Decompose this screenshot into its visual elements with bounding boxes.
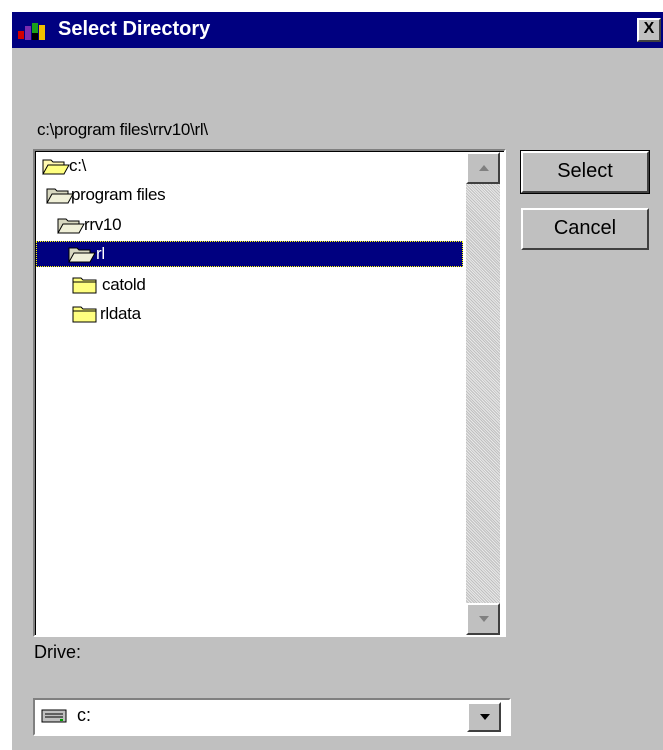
directory-tree[interactable]: c:\ program files rrv10 rl catold rldata <box>33 149 506 637</box>
closed-folder-icon <box>72 277 97 294</box>
tree-item-catold[interactable]: catold <box>72 272 182 298</box>
open-folder-icon <box>42 159 70 175</box>
tree-item-label: rldata <box>100 304 141 323</box>
scroll-down-button[interactable] <box>466 603 500 635</box>
cancel-button[interactable]: Cancel <box>521 208 649 250</box>
tree-item-root[interactable]: c:\ <box>38 153 128 179</box>
tree-item-label: program files <box>71 185 166 204</box>
arrow-down-icon <box>479 616 489 622</box>
tree-item-label: rl <box>96 244 105 263</box>
open-folder-icon <box>68 247 96 263</box>
title-bar[interactable]: Select Directory X <box>12 12 663 48</box>
app-icon <box>18 23 45 40</box>
drive-label: Drive: <box>34 642 82 662</box>
select-directory-dialog: Select Directory X c:\program files\rrv1… <box>12 12 663 750</box>
close-icon: X <box>643 20 655 37</box>
tree-item-label: catold <box>102 275 146 294</box>
drive-value: c: <box>77 705 92 725</box>
arrow-up-icon <box>479 165 489 171</box>
open-folder-icon <box>46 188 74 204</box>
hard-drive-icon <box>41 709 67 723</box>
tree-item-rldata[interactable]: rldata <box>72 301 182 327</box>
drive-dropdown-button[interactable] <box>467 702 501 732</box>
chevron-down-icon <box>480 714 490 720</box>
closed-folder-icon <box>72 306 97 323</box>
drive-select[interactable]: c: <box>33 698 511 736</box>
select-button[interactable]: Select <box>520 150 650 194</box>
scroll-up-button[interactable] <box>466 152 500 184</box>
tree-item-rrv10[interactable]: rrv10 <box>57 212 157 238</box>
tree-item-label: rrv10 <box>84 215 122 234</box>
tree-item-rl[interactable]: rl <box>36 241 463 267</box>
tree-item-program-files[interactable]: program files <box>46 182 216 208</box>
open-folder-icon <box>57 218 85 234</box>
tree-item-label: c:\ <box>69 156 87 175</box>
close-button[interactable]: X <box>637 18 661 42</box>
window-title: Select Directory <box>58 18 211 40</box>
current-path-label: c:\program files\rrv10\rl\ <box>37 120 208 139</box>
vertical-scrollbar[interactable] <box>466 152 500 635</box>
